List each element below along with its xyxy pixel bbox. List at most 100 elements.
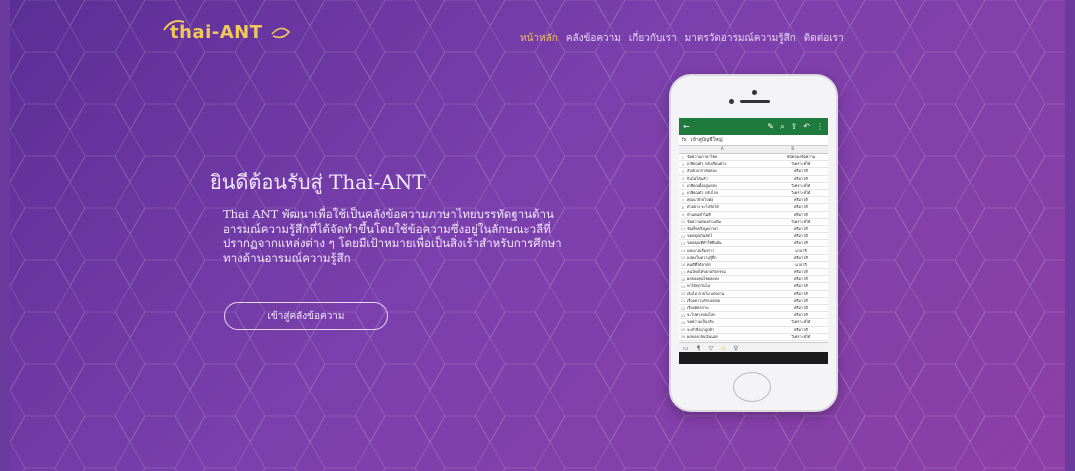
cell-text: บ้านคนทำไม่ดี	[687, 211, 711, 217]
bulb-icon: ♀	[733, 344, 739, 352]
col-b-label: B	[791, 146, 795, 151]
table-row: 25 จะทำสิ่งน่าลูกค้า ครีมาวดี	[679, 327, 828, 334]
enter-corpus-button[interactable]: เข้าสู่คลังข้อความ	[224, 302, 388, 330]
table-row: 6 เกษียณตัว กลับไกล วิเคราะห์ได้	[679, 190, 828, 198]
cell-text: ขอบคุณที่ทำให้ยืนยัน	[687, 240, 722, 246]
table-row: 23 จะไปทางของโลก ครีมาวดี	[679, 312, 828, 320]
row-number: 15	[680, 255, 686, 261]
cell-text: ขอบคุณกินสัตว์	[687, 233, 713, 239]
row-number: 6	[681, 190, 685, 196]
row-number: 25	[680, 327, 686, 333]
sheets-icon: ¶	[696, 344, 701, 352]
formula-text: เข้าสู่บัญชีใหญ่	[690, 137, 723, 143]
nav-emotion-scale[interactable]: มาตรวัดอารมณ์ความรู้สึก	[685, 31, 796, 46]
row-number: 11	[680, 226, 686, 232]
phone-speaker	[740, 100, 770, 103]
back-arrow-icon: ←	[683, 122, 690, 131]
cell-category: ครีมาวดี	[793, 276, 808, 282]
cell-category: นาบาลี	[795, 261, 807, 267]
row-number: 22	[680, 305, 686, 311]
row-number: 8	[681, 204, 685, 210]
cell-text: เกษียณตัว กลับเรียนต่าง	[687, 161, 727, 167]
table-row: 12 ขอบคุณกินสัตว์ ครีมาวดี	[679, 233, 828, 241]
cell-text: ตัวอย่าง จะไปรับได้	[687, 204, 719, 210]
cell-text: ขอความเป็นจริง	[687, 319, 714, 325]
fx-icon: fx	[682, 137, 687, 143]
cell-category: ครีมาวดี	[793, 175, 808, 181]
hero-background: thai-ANT หน้าหลัก คลังข้อความ เกี่ยวกับเ…	[10, 0, 1065, 471]
cell-category: ครีมาวดี	[793, 225, 808, 231]
cell-text: แต่งงานเรื่องราว	[687, 247, 715, 253]
cell-category: วิเคราะห์ได้	[791, 319, 811, 325]
row-number: 1	[681, 154, 685, 160]
nav-home[interactable]: หน้าหลัก	[520, 31, 558, 46]
welcome-heading: ยินดีต้อนรับสู่ Thai-ANT	[210, 170, 426, 194]
table-row: 1 ข้อความภาษาไทย ชนิดของข้อความ	[679, 154, 828, 162]
table-row: 5 เกษียณตั้งอยู่แหล่ง วิเคราะห์ได้	[679, 183, 828, 190]
row-number: 12	[680, 233, 686, 239]
fill-icon: ◇	[721, 344, 726, 352]
table-row: 4 กินไม่ได้แล้ว ครีมาวดี	[679, 176, 828, 183]
table-row: 7 คุณนาย้ายไปต่อ ครีมาวดี	[679, 197, 828, 205]
cell-category: ครีมาวดี	[793, 204, 808, 210]
row-number: 7	[681, 197, 685, 203]
filter-icon: ▽	[708, 344, 714, 352]
row-number: 13	[680, 240, 686, 246]
cell-text: ผลของคนไทยลดลง	[687, 276, 720, 282]
formula-bar: fx เข้าสู่บัญชีใหญ่	[679, 135, 828, 146]
cell-category: ครีมาวดี	[793, 269, 808, 275]
cell-text: เรื่องมิตรภาพ	[687, 305, 709, 311]
cell-category: ชนิดของข้อความ	[786, 154, 816, 160]
share-icon: ⇪	[790, 121, 798, 131]
cell-text: ผลของกลับเงินนอก	[687, 333, 719, 339]
column-header: A B	[679, 146, 828, 154]
cell-text: จะไปทางของโลก	[687, 312, 716, 318]
brush-icon: ✎	[767, 121, 775, 131]
main-nav: หน้าหลัก คลังข้อความ เกี่ยวกับเรา มาตรวั…	[520, 31, 844, 46]
search-icon: ⌕	[780, 121, 785, 131]
cell-category: ครีมาวดี	[793, 326, 808, 332]
row-number: 16	[680, 262, 686, 268]
spreadsheet-toolbar: ← ✎ ⌕ ⇪ ↶ ⋮	[679, 118, 828, 135]
table-row: 10 ข้อความพ้องสามเดิม วิเคราะห์ได้	[679, 219, 828, 226]
spreadsheet-rows: 1 ข้อความภาษาไทย ชนิดของข้อความ 2 เกษียณตัว …	[679, 154, 828, 341]
cell-text: จะทำสิ่งน่าลูกค้า	[687, 326, 715, 332]
cell-category: ครีมาวดี	[793, 197, 808, 203]
col-a-label: A	[720, 146, 724, 151]
site-logo[interactable]: thai-ANT	[163, 20, 293, 43]
cell-category: นาบาลี	[795, 247, 807, 253]
table-row: 14 แต่งงานเรื่องราว นาบาลี	[679, 247, 828, 255]
cell-category: วิเคราะห์ได้	[791, 182, 811, 188]
cell-category: วิเคราะห์ได้	[791, 161, 811, 167]
table-row: 15 แสดงในความรู้สึก ครีมาวดี	[679, 255, 828, 262]
table-row: 2 เกษียณตัว กลับเรียนต่าง วิเคราะห์ได้	[679, 161, 828, 169]
table-row: 11 ข้อเท็จจริงพูดภาษา ครีมาวดี	[679, 225, 828, 234]
row-number: 26	[680, 334, 686, 340]
cell-text: ข้อเท็จจริงพูดภาษา	[687, 225, 719, 231]
phone-mockup: ← ✎ ⌕ ⇪ ↶ ⋮ fx เข้าสู่บัญชีใหญ่ A B 1 ข้อ…	[669, 74, 838, 412]
phone-screen: ← ✎ ⌕ ⇪ ↶ ⋮ fx เข้าสู่บัญชีใหญ่ A B 1 ข้อ…	[679, 118, 828, 364]
cell-category: ครีมาวดี	[793, 211, 808, 217]
more-icon: ⋮	[816, 121, 824, 131]
row-number: 20	[680, 291, 686, 297]
row-number: 21	[680, 298, 686, 304]
row-number: 9	[681, 212, 685, 218]
row-number: 23	[680, 312, 686, 318]
row-number: 24	[680, 319, 686, 325]
cell-text: คนดีที่ได้ลาพัก	[687, 261, 711, 267]
row-number: 4	[681, 176, 685, 182]
phone-camera	[752, 90, 757, 95]
cell-text: เรื่องความรักบอกต่อ	[687, 297, 720, 303]
table-row: 18 ผลของคนไทยลดลง ครีมาวดี	[679, 276, 828, 284]
cell-text: ข้อความพ้องสามเดิม	[687, 218, 722, 224]
nav-about[interactable]: เกี่ยวกับเรา	[629, 31, 677, 46]
row-number: 5	[681, 183, 685, 189]
logo-swash-icon	[163, 20, 185, 31]
cell-text: หาได้ทุกวันไม่	[687, 283, 710, 289]
table-row: 9 บ้านคนทำไม่ดี ครีมาวดี	[679, 212, 828, 219]
cell-text: กินไม่ได้แล้ว	[687, 175, 708, 181]
cell-category: วิเคราะห์ได้	[791, 190, 811, 196]
nav-contact[interactable]: ติดต่อเรา	[804, 31, 844, 46]
nav-corpus[interactable]: คลังข้อความ	[566, 31, 621, 46]
cell-category: ครีมาวดี	[793, 305, 808, 311]
